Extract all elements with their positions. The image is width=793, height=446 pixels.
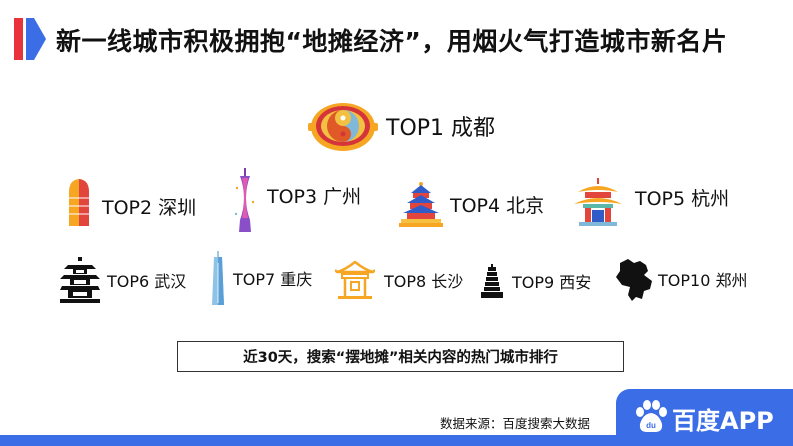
skyscraper-icon [69,179,89,226]
rank-label-2: TOP2 深圳 [102,196,197,219]
title-accent-blue-chevron [26,18,46,60]
rank-label-7: TOP7 重庆 [233,270,313,289]
wild-goose-pagoda-icon [481,264,503,298]
rank-item-6: TOP6 武汉 [60,257,186,303]
rank-label-9: TOP9 西安 [512,273,592,292]
rank-label-6: TOP6 武汉 [107,272,187,291]
page-title: 新一线城市积极拥抱“地摊经济”，用烟火气打造城市新名片 [56,27,728,56]
canton-tower-icon [234,168,255,232]
temple-of-heaven-icon [399,182,443,227]
pagoda-icon [574,178,622,226]
baidu-paw-logo-icon: du [636,400,667,432]
rank-label-10: TOP10 郑州 [658,271,748,290]
hotpot-icon [308,103,378,151]
rank-label-4: TOP4 北京 [450,194,545,217]
tower-icon [212,251,224,305]
rank-item-2: TOP2 深圳 [66,178,196,226]
brand-name: 百度APP [672,407,774,435]
caption-box: 近30天，搜索“摆地摊”相关内容的热门城市排行 [177,341,624,372]
rank-item-8: TOP8 长沙 [335,260,463,300]
rank-item-1: TOP1 成都 [308,97,495,155]
yellow-crane-tower-icon [60,257,100,303]
rank-label-5: TOP5 杭州 [635,187,730,210]
pavilion-icon [335,260,375,299]
rank-label-8: TOP8 长沙 [384,272,464,291]
rank-item-9: TOP9 西安 [479,264,591,298]
title-accent-red-bar [14,18,23,60]
data-source: 数据来源：百度搜索大数据 [440,416,591,431]
rank-item-4: TOP4 北京 [399,181,544,227]
rank-label-3: TOP3 广州 [267,185,362,208]
rank-label-1: TOP1 成都 [386,116,496,141]
rank-item-7: TOP7 重庆 [208,251,312,305]
baidu-logo-text: du [646,421,656,430]
rank-item-5: TOP5 杭州 [573,178,729,226]
rank-item-10: TOP10 郑州 [614,257,747,301]
map-outline-icon [616,259,652,301]
rank-item-3: TOP3 广州 [233,168,361,234]
